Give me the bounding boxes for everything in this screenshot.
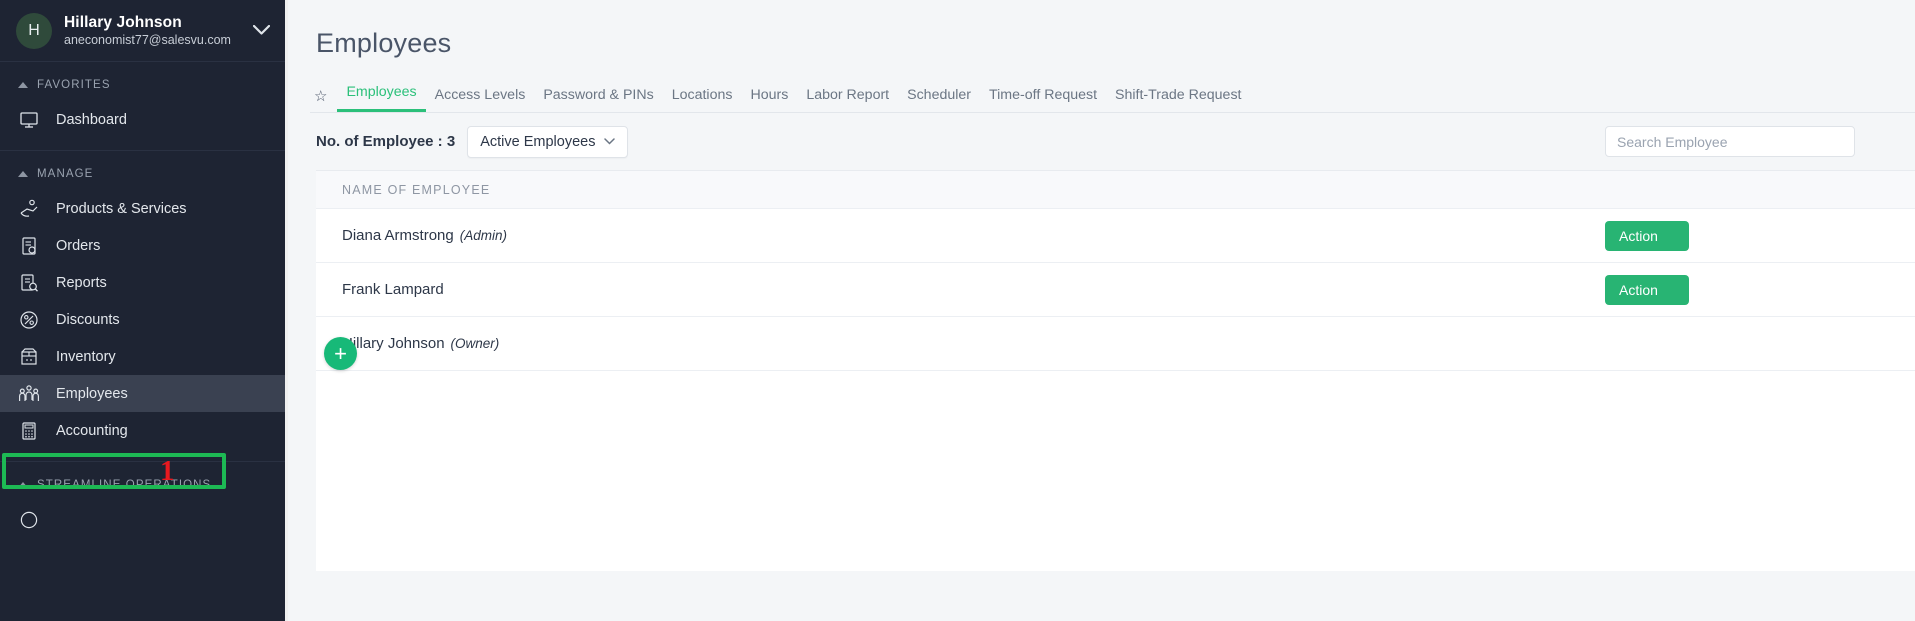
sidebar-section-label: MANAGE — [37, 168, 94, 180]
caret-up-icon — [18, 82, 28, 88]
calculator-icon — [18, 420, 40, 442]
user-email: aneconomist77@salesvu.com — [64, 32, 231, 47]
monitor-icon — [18, 109, 40, 131]
sidebar-item-products-services[interactable]: Products & Services — [0, 190, 288, 227]
avatar: H — [16, 12, 52, 49]
row-action-button[interactable]: Action — [1605, 220, 1689, 251]
user-meta: Hillary Johnson aneconomist77@salesvu.co… — [64, 13, 231, 49]
report-search-icon — [18, 272, 40, 294]
chevron-down-icon[interactable] — [252, 22, 271, 40]
sidebar-item-inventory[interactable]: Inventory — [0, 338, 288, 375]
document-clock-icon — [18, 235, 40, 257]
sidebar-item-partial[interactable] — [0, 501, 288, 538]
sidebar-item-dashboard[interactable]: Dashboard — [0, 101, 288, 138]
employee-name: Hillary Johnson — [342, 335, 445, 352]
page-title: Employees — [316, 28, 452, 58]
tab-employees[interactable]: Employees — [337, 84, 426, 112]
tab-shift-trade-request[interactable]: Shift-Trade Request — [1106, 87, 1250, 112]
table-header: NAME OF EMPLOYEE — [316, 171, 1915, 209]
employee-filter-select[interactable]: Active Employees — [467, 125, 629, 158]
table-row[interactable]: Frank Lampard Action — [316, 263, 1915, 317]
employee-role: (Admin) — [459, 228, 507, 243]
employee-name: Frank Lampard — [342, 281, 444, 298]
sidebar-item-label: Orders — [56, 237, 101, 254]
user-name: Hillary Johnson — [64, 13, 182, 31]
favorite-star-icon[interactable]: ☆ — [314, 87, 327, 105]
circle-icon — [18, 509, 40, 531]
sidebar-item-employees[interactable]: Employees — [0, 375, 288, 412]
user-account-header[interactable]: H Hillary Johnson aneconomist77@salesvu.… — [0, 0, 288, 62]
caret-up-icon — [18, 171, 28, 177]
sidebar-item-label: Products & Services — [56, 200, 187, 217]
caret-up-icon — [18, 482, 28, 488]
chevron-down-icon — [604, 136, 616, 148]
tab-scheduler[interactable]: Scheduler — [898, 87, 980, 112]
sidebar-item-label: Employees — [56, 385, 128, 402]
toolbar: No. of Employee : 3 Active Employees — [288, 113, 1915, 170]
employee-name: Diana Armstrong — [342, 227, 454, 244]
app-root: H Hillary Johnson aneconomist77@salesvu.… — [0, 0, 1915, 621]
add-employee-button[interactable]: + — [324, 337, 357, 370]
sidebar-item-reports[interactable]: Reports — [0, 264, 288, 301]
table-empty-area — [316, 371, 1915, 571]
hand-box-icon — [18, 198, 40, 220]
sidebar-section-label: STREAMLINE OPERATIONS — [37, 479, 212, 491]
people-group-icon — [18, 383, 40, 405]
sidebar-item-accounting[interactable]: Accounting — [0, 412, 288, 449]
row-action-button[interactable]: Action — [1605, 274, 1689, 305]
sidebar-item-orders[interactable]: Orders — [0, 227, 288, 264]
sidebar-item-label: Dashboard — [56, 111, 127, 128]
employees-table: NAME OF EMPLOYEE Diana Armstrong (Admin)… — [316, 170, 1915, 571]
tab-time-off-request[interactable]: Time-off Request — [980, 87, 1106, 112]
sidebar-section-manage[interactable]: MANAGE — [0, 151, 288, 190]
main-content: Employees ☆ Employees Access Levels Pass… — [288, 0, 1915, 621]
employee-filter-value: Active Employees — [480, 133, 596, 150]
percent-circle-icon — [18, 309, 40, 331]
annotation-number-1: 1 — [160, 455, 175, 487]
sidebar: H Hillary Johnson aneconomist77@salesvu.… — [0, 0, 288, 621]
sidebar-item-label: Discounts — [56, 311, 120, 328]
tab-locations[interactable]: Locations — [663, 87, 742, 112]
box-icon — [18, 346, 40, 368]
sidebar-section-label: FAVORITES — [37, 79, 111, 91]
sidebar-item-label: Reports — [56, 274, 107, 291]
sidebar-item-label: Inventory — [56, 348, 116, 365]
employee-count-label: No. of Employee : 3 — [316, 133, 456, 150]
employee-role: (Owner) — [450, 336, 500, 351]
table-row[interactable]: Diana Armstrong (Admin) Action — [316, 209, 1915, 263]
tab-access-levels[interactable]: Access Levels — [426, 87, 535, 112]
column-header-name: NAME OF EMPLOYEE — [342, 182, 491, 197]
table-row[interactable]: Hillary Johnson (Owner) — [316, 317, 1915, 371]
tab-hours[interactable]: Hours — [741, 87, 797, 112]
sidebar-item-discounts[interactable]: Discounts — [0, 301, 288, 338]
tab-password-pins[interactable]: Password & PINs — [534, 87, 662, 112]
tab-labor-report[interactable]: Labor Report — [797, 87, 898, 112]
sidebar-section-streamline-operations[interactable]: STREAMLINE OPERATIONS — [0, 462, 288, 501]
search-input[interactable] — [1605, 126, 1855, 157]
sidebar-item-label: Accounting — [56, 422, 128, 439]
sidebar-section-favorites[interactable]: FAVORITES — [0, 62, 288, 101]
tab-bar: ☆ Employees Access Levels Password & PIN… — [310, 81, 1915, 113]
